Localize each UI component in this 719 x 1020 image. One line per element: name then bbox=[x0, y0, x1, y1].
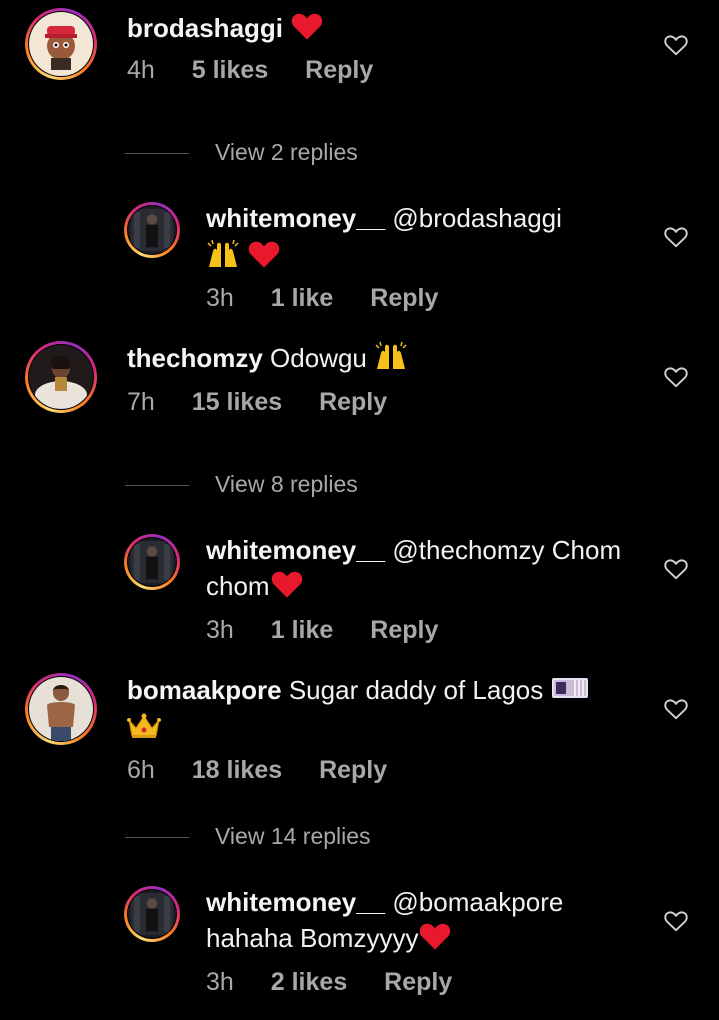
avatar-brodashaggi[interactable] bbox=[25, 8, 97, 80]
avatar-whitemoney[interactable] bbox=[124, 202, 180, 258]
comment-text[interactable]: @brodashaggi bbox=[392, 203, 562, 233]
red-heart-icon bbox=[247, 239, 281, 278]
like-heart-icon[interactable] bbox=[663, 224, 689, 250]
timestamp: 7h bbox=[127, 388, 155, 416]
like-heart-icon[interactable] bbox=[663, 908, 689, 934]
likes-count[interactable]: 2 likes bbox=[271, 968, 347, 996]
username[interactable]: whitemoney__ bbox=[206, 887, 385, 917]
red-heart-icon bbox=[418, 921, 452, 960]
like-heart-icon[interactable] bbox=[663, 696, 689, 722]
comment-meta: 4h 5 likes Reply bbox=[127, 56, 403, 85]
comment-body: thechomzy Odowgu bbox=[127, 340, 408, 380]
divider-line bbox=[125, 153, 189, 154]
timestamp: 3h bbox=[206, 284, 234, 312]
avatar-thechomzy[interactable] bbox=[25, 341, 97, 413]
comment-text-line2[interactable]: hahaha Bomzyyyy bbox=[206, 923, 418, 953]
comment-body: whitemoney__ @brodashaggi bbox=[206, 200, 562, 278]
username[interactable]: bomaakpore bbox=[127, 675, 282, 705]
comment-text-line1[interactable]: @thechomzy Chom bbox=[392, 535, 621, 565]
username[interactable]: thechomzy bbox=[127, 343, 263, 373]
money-with-wings-icon bbox=[551, 674, 589, 711]
timestamp: 4h bbox=[127, 56, 155, 84]
divider-line bbox=[125, 485, 189, 486]
username[interactable]: whitemoney__ bbox=[206, 203, 385, 233]
reply-button[interactable]: Reply bbox=[370, 616, 438, 644]
avatar-whitemoney[interactable] bbox=[124, 886, 180, 942]
timestamp: 3h bbox=[206, 616, 234, 644]
reply-button[interactable]: Reply bbox=[384, 968, 452, 996]
comment-text-line2[interactable]: chom bbox=[206, 571, 270, 601]
comment-body: brodashaggi bbox=[127, 10, 324, 50]
avatar-bomaakpore[interactable] bbox=[25, 673, 97, 745]
red-heart-icon bbox=[270, 569, 304, 608]
likes-count[interactable]: 1 like bbox=[271, 616, 334, 644]
view-replies-toggle[interactable]: View 8 replies bbox=[125, 471, 525, 501]
raised-hands-icon bbox=[206, 239, 240, 278]
reply-button[interactable]: Reply bbox=[319, 388, 387, 416]
like-heart-icon[interactable] bbox=[663, 364, 689, 390]
likes-count[interactable]: 18 likes bbox=[192, 756, 282, 784]
comment-meta: 7h 15 likes Reply bbox=[127, 388, 417, 417]
view-replies-label[interactable]: View 2 replies bbox=[215, 139, 358, 166]
likes-count[interactable]: 5 likes bbox=[192, 56, 268, 84]
like-heart-icon[interactable] bbox=[663, 32, 689, 58]
username[interactable]: whitemoney__ bbox=[206, 535, 385, 565]
timestamp: 6h bbox=[127, 756, 155, 784]
divider-line bbox=[125, 837, 189, 838]
view-replies-toggle[interactable]: View 2 replies bbox=[125, 139, 525, 169]
likes-count[interactable]: 1 like bbox=[271, 284, 334, 312]
reply-button[interactable]: Reply bbox=[319, 756, 387, 784]
username[interactable]: brodashaggi bbox=[127, 13, 283, 43]
comment-meta: 6h 18 likes Reply bbox=[127, 756, 417, 785]
like-heart-icon[interactable] bbox=[663, 556, 689, 582]
comment-text-line1[interactable]: @bomaakpore bbox=[392, 887, 563, 917]
comment-meta: 3h 1 like Reply bbox=[206, 616, 468, 645]
avatar-whitemoney[interactable] bbox=[124, 534, 180, 590]
reply-button[interactable]: Reply bbox=[305, 56, 373, 84]
crown-icon bbox=[127, 712, 161, 749]
timestamp: 3h bbox=[206, 968, 234, 996]
comment-text[interactable]: Odowgu bbox=[270, 343, 367, 373]
comment-body: whitemoney__ @bomaakpore hahaha Bomzyyyy bbox=[206, 884, 563, 960]
raised-hands-icon bbox=[374, 341, 408, 380]
view-replies-toggle[interactable]: View 14 replies bbox=[125, 823, 525, 853]
comment-meta: 3h 1 like Reply bbox=[206, 284, 468, 313]
view-replies-label[interactable]: View 14 replies bbox=[215, 823, 371, 850]
comment-text[interactable]: Sugar daddy of Lagos bbox=[289, 675, 543, 705]
comment-body: bomaakpore Sugar daddy of Lagos bbox=[127, 672, 589, 749]
comment-meta: 3h 2 likes Reply bbox=[206, 968, 482, 997]
comment-body: whitemoney__ @thechomzy Chom chom bbox=[206, 532, 621, 608]
likes-count[interactable]: 15 likes bbox=[192, 388, 282, 416]
view-replies-label[interactable]: View 8 replies bbox=[215, 471, 358, 498]
red-heart-icon bbox=[290, 11, 324, 50]
reply-button[interactable]: Reply bbox=[370, 284, 438, 312]
